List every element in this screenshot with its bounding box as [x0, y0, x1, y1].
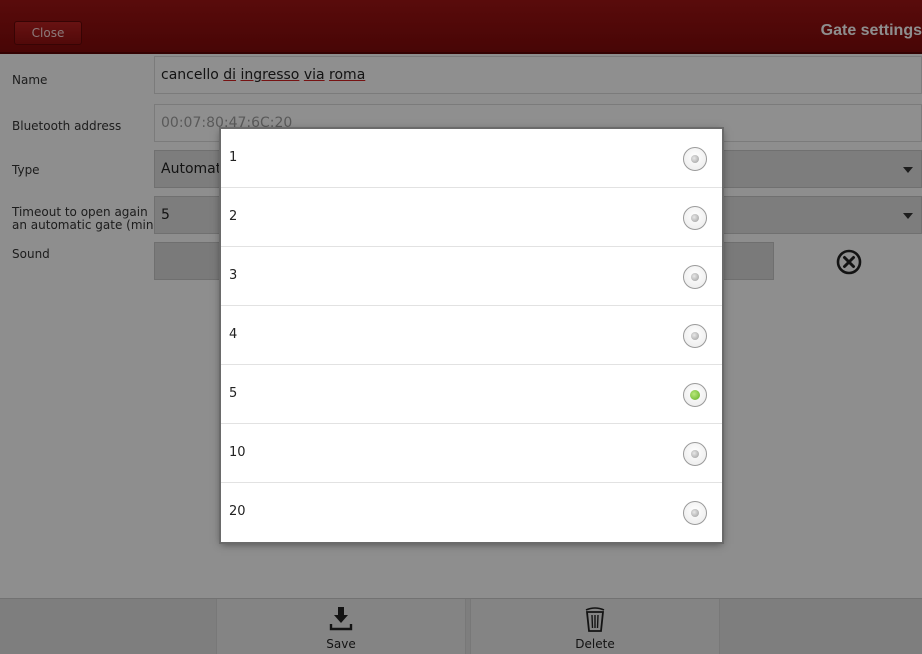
option-label: 2 [229, 209, 238, 224]
radio-icon[interactable] [683, 442, 707, 466]
option-item[interactable]: 5 [221, 365, 722, 424]
option-label: 5 [229, 386, 238, 401]
radio-icon[interactable] [683, 206, 707, 230]
option-item[interactable]: 2 [221, 188, 722, 247]
option-item[interactable]: 4 [221, 306, 722, 365]
option-label: 3 [229, 268, 238, 283]
timeout-options-dialog: 1 2 3 4 5 10 20 [221, 129, 722, 542]
option-item[interactable]: 1 [221, 129, 722, 188]
radio-icon[interactable] [683, 324, 707, 348]
option-item[interactable]: 3 [221, 247, 722, 306]
option-label: 4 [229, 327, 238, 342]
radio-icon[interactable] [683, 147, 707, 171]
option-item[interactable]: 10 [221, 424, 722, 483]
radio-icon[interactable] [683, 383, 707, 407]
radio-icon[interactable] [683, 501, 707, 525]
radio-icon[interactable] [683, 265, 707, 289]
option-label: 20 [229, 504, 246, 519]
option-item[interactable]: 20 [221, 483, 722, 542]
option-label: 10 [229, 445, 246, 460]
option-label: 1 [229, 150, 238, 165]
